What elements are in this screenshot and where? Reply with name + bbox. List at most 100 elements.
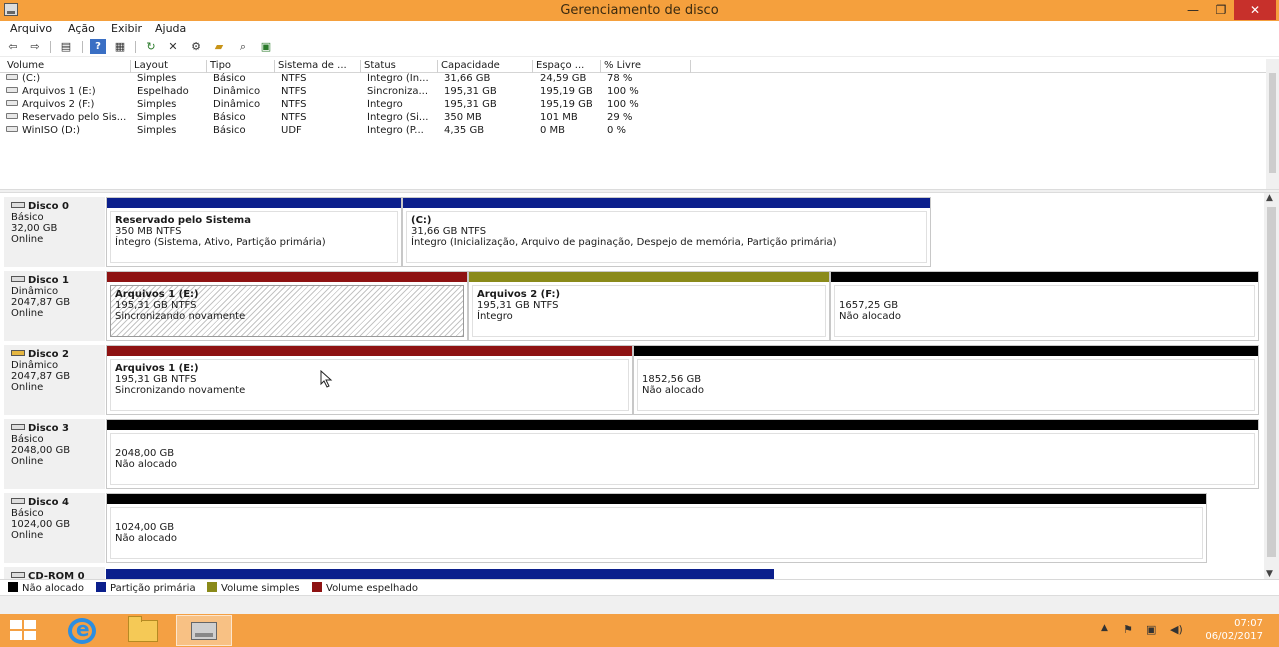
column-header-espaco[interactable]: Espaço ... [533,60,601,73]
table-row[interactable]: WinISO (D:) Simples Básico UDF Íntegro (… [0,125,1266,138]
toolbar-separator [82,41,83,53]
cell-volume: Arquivos 2 (F:) [22,99,95,110]
show-hidden-icons-icon[interactable]: ▲ [1101,623,1108,633]
partition-title: Arquivos 2 (F:) [477,289,561,300]
partition-arquivos2[interactable]: Arquivos 2 (F:) 195,31 GB NTFS Íntegro [468,271,830,341]
taskbar-disk-management[interactable] [176,615,232,646]
legend-label: Não alocado [22,583,85,594]
partition-body: Reservado pelo Sistema 350 MB NTFS Ínteg… [110,211,398,263]
column-header-tipo[interactable]: Tipo [207,60,275,73]
partition-size: 195,31 GB NTFS [477,300,559,311]
disk-3-label[interactable]: Disco 3 Básico 2048,00 GB Online [4,419,105,489]
disk-2-label[interactable]: Disco 2 Dinâmico 2047,87 GB Online [4,345,105,415]
rescan-icon[interactable]: ▣ [258,39,274,54]
cell-tipo: Básico [213,112,246,123]
partition-bar-primary [107,198,401,208]
column-header-capacidade[interactable]: Capacidade [438,60,533,73]
partition-cdrom[interactable] [106,569,774,579]
partition-status: Sincronizando novamente [115,385,246,396]
partition-size: 1852,56 GB [642,374,702,385]
cell-layout: Simples [137,73,177,84]
cell-livre: 29 % [607,112,633,123]
view-icon[interactable]: ▦ [112,39,128,54]
partition-c[interactable]: (C:) 31,66 GB NTFS Íntegro (Inicializaçã… [402,197,931,267]
disk-state: Online [11,308,44,319]
scroll-down-icon[interactable]: ▼ [1266,569,1273,579]
table-row[interactable]: Reservado pelo Sis... Simples Básico NTF… [0,112,1266,125]
volume-list-scrollbar[interactable] [1266,59,1279,189]
clock-time: 07:07 [1234,618,1263,629]
column-header-status[interactable]: Status [361,60,438,73]
windows-logo-icon [10,620,22,629]
graphical-view-scrollbar[interactable]: ▲ ▼ [1264,193,1279,579]
disk-state: Online [11,382,44,393]
scroll-up-icon[interactable]: ▲ [1266,193,1273,203]
help-icon[interactable]: ? [90,39,106,54]
minimize-button[interactable]: — [1180,0,1206,20]
partition-unallocated-disk1[interactable]: 1657,25 GB Não alocado [830,271,1259,341]
windows-logo-icon [24,620,36,629]
forward-arrow-icon[interactable]: ⇨ [27,39,43,54]
properties-icon[interactable]: ▤ [58,39,74,54]
system-clock[interactable]: 07:07 06/02/2017 [1205,617,1263,643]
column-header-livre[interactable]: % Livre [601,60,691,73]
network-icon[interactable]: ▣ [1146,623,1156,636]
toolbar-separator [50,41,51,53]
partition-arquivos1-disk1[interactable]: Arquivos 1 (E:) 195,31 GB NTFS Sincroniz… [106,271,468,341]
legend-label: Volume simples [221,583,300,594]
disk-0-label[interactable]: Disco 0 Básico 32,00 GB Online [4,197,105,267]
partition-status: Não alocado [642,385,705,396]
menu-arquivo[interactable]: Arquivo [10,22,52,35]
column-header-layout[interactable]: Layout [131,60,207,73]
start-button[interactable] [10,620,38,642]
partition-unallocated-disk4[interactable]: 1024,00 GB Não alocado [106,493,1207,563]
disk-1-label[interactable]: Disco 1 Dinâmico 2047,87 GB Online [4,271,105,341]
partition-status: Não alocado [839,311,902,322]
partition-body: 1657,25 GB Não alocado [834,285,1255,337]
menu-exibir[interactable]: Exibir [111,22,142,35]
table-row[interactable]: Arquivos 1 (E:) Espelhado Dinâmico NTFS … [0,86,1266,99]
delete-icon[interactable]: ✕ [165,39,181,54]
partition-bar-unallocated [107,420,1258,430]
partition-status: Íntegro (Inicialização, Arquivo de pagin… [411,237,837,248]
cell-volume: Reservado pelo Sis... [22,112,127,123]
disk-size: 2048,00 GB [11,445,71,456]
partition-reserved[interactable]: Reservado pelo Sistema 350 MB NTFS Ínteg… [106,197,402,267]
table-row[interactable]: (C:) Simples Básico NTFS Íntegro (In... … [0,73,1266,86]
restore-button[interactable]: ❐ [1208,0,1234,20]
cell-capacidade: 195,31 GB [444,99,497,110]
partition-unallocated-disk2[interactable]: 1852,56 GB Não alocado [633,345,1259,415]
disk-state: Online [11,456,44,467]
drive-icon [6,74,18,80]
cdrom-0-label[interactable]: CD-ROM 0 [4,567,105,579]
settings-icon[interactable]: ⚙ [188,39,204,54]
taskbar-file-explorer[interactable] [115,615,171,646]
taskbar-internet-explorer[interactable] [54,615,110,646]
search-icon[interactable]: ⌕ [235,39,251,54]
disk-4-label[interactable]: Disco 4 Básico 1024,00 GB Online [4,493,105,563]
scrollbar-thumb[interactable] [1267,207,1276,557]
close-button[interactable]: ✕ [1234,0,1276,20]
partition-body: Arquivos 2 (F:) 195,31 GB NTFS Íntegro [472,285,826,337]
partition-bar-primary [106,569,774,579]
cdrom-icon [11,572,25,578]
table-row[interactable]: Arquivos 2 (F:) Simples Dinâmico NTFS Ín… [0,99,1266,112]
column-header-sistema[interactable]: Sistema de ... [275,60,361,73]
scrollbar-thumb[interactable] [1269,73,1276,173]
back-arrow-icon[interactable]: ⇦ [5,39,21,54]
toolbar: ⇦ ⇨ ▤ ? ▦ ↻ ✕ ⚙ ▰ ⌕ ▣ [0,37,1279,57]
legend-swatch [8,582,18,592]
partition-unallocated-disk3[interactable]: 2048,00 GB Não alocado [106,419,1259,489]
menu-acao[interactable]: Ação [68,22,95,35]
refresh-icon[interactable]: ↻ [143,39,159,54]
open-folder-icon[interactable]: ▰ [211,39,227,54]
menu-ajuda[interactable]: Ajuda [155,22,186,35]
action-center-icon[interactable]: ⚑ [1123,623,1133,636]
column-header-volume[interactable]: Volume [4,60,131,73]
status-bar [0,595,1279,614]
legend-swatch [96,582,106,592]
cell-status: Sincroniza... [367,86,429,97]
volume-icon[interactable]: ◀) [1170,623,1183,636]
partition-arquivos1-disk2[interactable]: Arquivos 1 (E:) 195,31 GB NTFS Sincroniz… [106,345,633,415]
partition-bar-simple [469,272,829,282]
